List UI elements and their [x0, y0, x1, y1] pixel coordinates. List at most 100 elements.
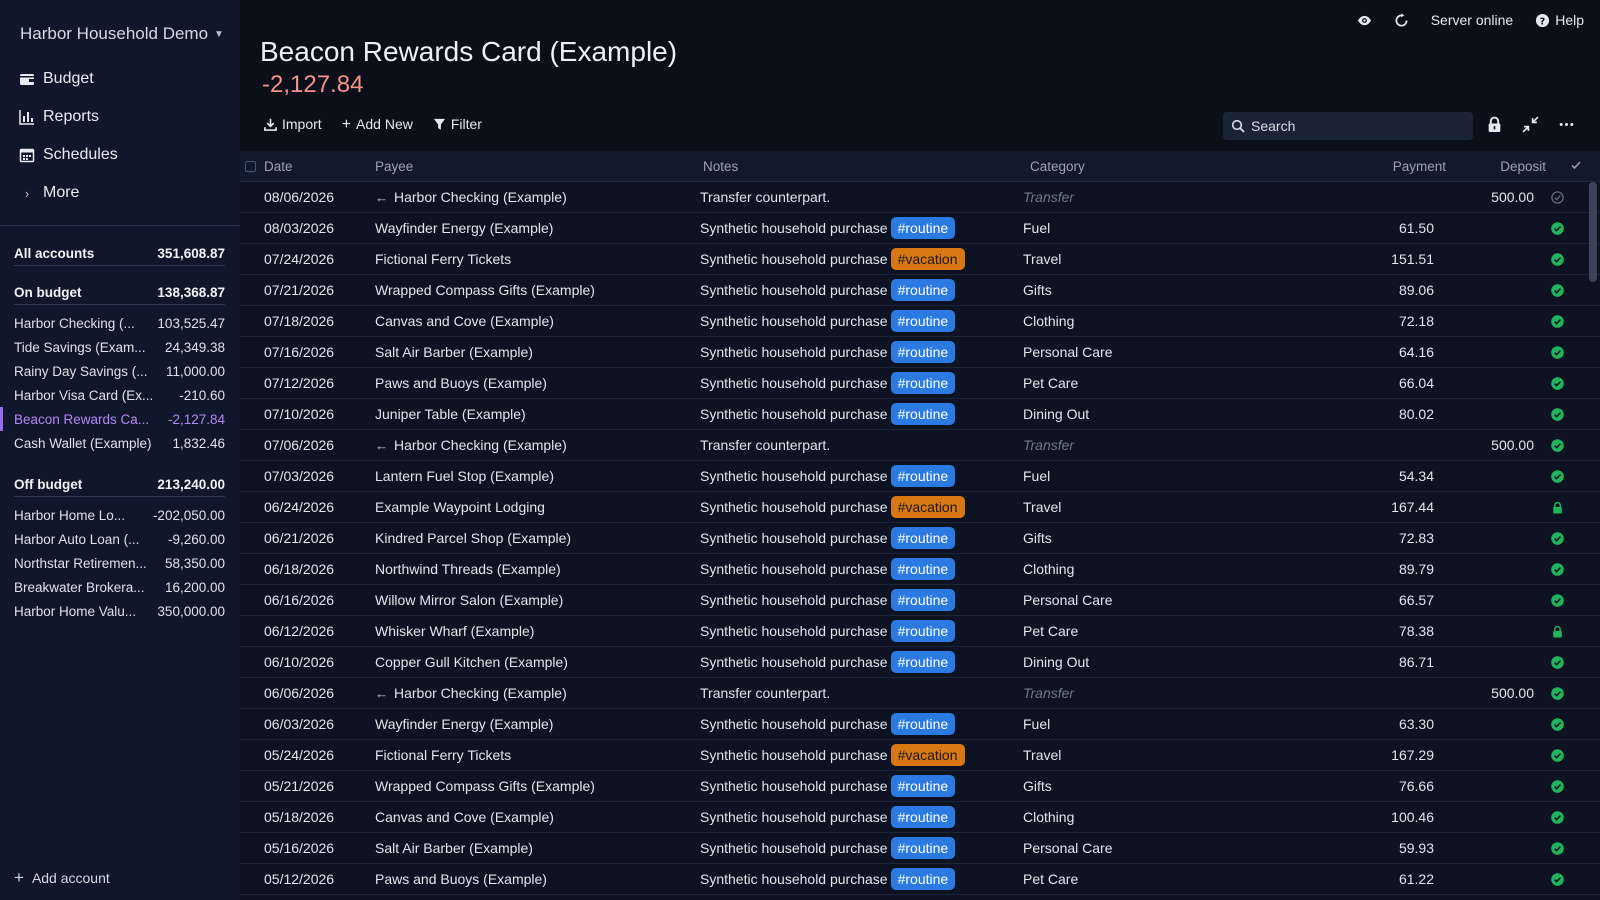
- transaction-date[interactable]: 08/03/2026: [264, 220, 334, 236]
- server-status[interactable]: Server online: [1431, 12, 1514, 28]
- table-row[interactable]: 05/18/2026 Canvas and Cove (Example) Synth…: [240, 802, 1600, 833]
- account-row[interactable]: Beacon Rewards Ca... -2,127.84: [0, 407, 240, 431]
- tag-badge[interactable]: #vacation: [890, 744, 965, 766]
- off-budget-row[interactable]: Off budget 213,240.00: [0, 472, 240, 496]
- cleared-status[interactable]: [1551, 842, 1564, 855]
- cleared-status[interactable]: [1551, 284, 1564, 297]
- transaction-category[interactable]: Dining Out: [1023, 406, 1089, 422]
- cleared-status[interactable]: [1551, 408, 1564, 421]
- transaction-payment[interactable]: 64.16: [1399, 344, 1434, 360]
- transaction-date[interactable]: 06/24/2026: [264, 499, 334, 515]
- tag-badge[interactable]: #routine: [890, 589, 956, 611]
- transaction-payee[interactable]: Whisker Wharf (Example): [375, 623, 534, 639]
- transaction-date[interactable]: 07/24/2026: [264, 251, 334, 267]
- transaction-category[interactable]: Transfer: [1023, 437, 1074, 453]
- nav-more[interactable]: › More: [0, 174, 240, 212]
- add-new-button[interactable]: + Add New: [342, 116, 413, 132]
- table-row[interactable]: 08/03/2026 Wayfinder Energy (Example) Synt…: [240, 213, 1600, 244]
- transaction-payee[interactable]: Wayfinder Energy (Example): [375, 716, 553, 732]
- transaction-notes[interactable]: Synthetic household purchase #routine: [700, 806, 956, 828]
- column-header-deposit[interactable]: Deposit: [1500, 159, 1546, 174]
- transaction-date[interactable]: 07/21/2026: [264, 282, 334, 298]
- table-scrollbar[interactable]: [1589, 182, 1597, 282]
- transaction-notes[interactable]: Synthetic household purchase #routine: [700, 372, 956, 394]
- transaction-category[interactable]: Gifts: [1023, 282, 1052, 298]
- table-row[interactable]: 06/03/2026 Wayfinder Energy (Example) Synt…: [240, 709, 1600, 740]
- table-row[interactable]: 07/03/2026 Lantern Fuel Stop (Example) Syn…: [240, 461, 1600, 492]
- transaction-category[interactable]: Transfer: [1023, 685, 1074, 701]
- transaction-notes[interactable]: Synthetic household purchase #routine: [700, 713, 956, 735]
- transaction-deposit[interactable]: 500.00: [1491, 189, 1534, 205]
- transaction-payee[interactable]: ← Harbor Checking (Example): [375, 189, 567, 205]
- table-row[interactable]: 07/10/2026 Juniper Table (Example) Synthet…: [240, 399, 1600, 430]
- collapse-icon[interactable]: [1522, 116, 1539, 133]
- cleared-status[interactable]: [1551, 780, 1564, 793]
- transaction-date[interactable]: 06/10/2026: [264, 654, 334, 670]
- tag-badge[interactable]: #routine: [890, 620, 956, 642]
- transaction-notes[interactable]: Transfer counterpart.: [700, 682, 830, 704]
- help-button[interactable]: ? Help: [1535, 12, 1584, 28]
- transaction-category[interactable]: Personal Care: [1023, 344, 1113, 360]
- tag-badge[interactable]: #routine: [890, 837, 956, 859]
- transaction-category[interactable]: Fuel: [1023, 468, 1050, 484]
- tag-badge[interactable]: #routine: [890, 558, 956, 580]
- column-header-date[interactable]: Date: [264, 159, 293, 174]
- cleared-status[interactable]: [1551, 222, 1564, 235]
- transaction-category[interactable]: Dining Out: [1023, 654, 1089, 670]
- transaction-category[interactable]: Personal Care: [1023, 592, 1113, 608]
- tag-badge[interactable]: #routine: [890, 279, 956, 301]
- cleared-status[interactable]: [1551, 811, 1564, 824]
- transaction-notes[interactable]: Synthetic household purchase #routine: [700, 279, 956, 301]
- cleared-status[interactable]: [1551, 191, 1564, 204]
- transaction-notes[interactable]: Transfer counterpart.: [700, 186, 830, 208]
- table-row[interactable]: 07/16/2026 Salt Air Barber (Example) Synth…: [240, 337, 1600, 368]
- transaction-payee[interactable]: Wrapped Compass Gifts (Example): [375, 282, 595, 298]
- transaction-category[interactable]: Clothing: [1023, 313, 1074, 329]
- account-row[interactable]: Harbor Auto Loan (... -9,260.00: [0, 527, 240, 551]
- transaction-payee[interactable]: Kindred Parcel Shop (Example): [375, 530, 571, 546]
- transaction-date[interactable]: 06/21/2026: [264, 530, 334, 546]
- filter-button[interactable]: Filter: [433, 116, 482, 132]
- account-row[interactable]: Harbor Home Lo... -202,050.00: [0, 503, 240, 527]
- transaction-category[interactable]: Fuel: [1023, 716, 1050, 732]
- account-title[interactable]: Beacon Rewards Card (Example): [260, 36, 677, 68]
- column-header-payment[interactable]: Payment: [1393, 159, 1446, 174]
- cleared-status[interactable]: [1551, 563, 1564, 576]
- column-header-category[interactable]: Category: [1030, 159, 1085, 174]
- transaction-payment[interactable]: 76.66: [1399, 778, 1434, 794]
- tag-badge[interactable]: #routine: [890, 403, 956, 425]
- transaction-payee[interactable]: ← Harbor Checking (Example): [375, 685, 567, 701]
- tag-badge[interactable]: #routine: [890, 372, 956, 394]
- table-row[interactable]: 07/06/2026 ← Harbor Checking (Example) Tran…: [240, 430, 1600, 461]
- cleared-status[interactable]: [1551, 501, 1564, 514]
- transaction-notes[interactable]: Synthetic household purchase #routine: [700, 868, 956, 890]
- transaction-payee[interactable]: ← Harbor Checking (Example): [375, 437, 567, 453]
- tag-badge[interactable]: #routine: [890, 217, 956, 239]
- table-row[interactable]: 05/12/2026 Paws and Buoys (Example) Synthe…: [240, 864, 1600, 895]
- transaction-payment[interactable]: 61.22: [1399, 871, 1434, 887]
- table-row[interactable]: 07/21/2026 Wrapped Compass Gifts (Example…: [240, 275, 1600, 306]
- cleared-status[interactable]: [1551, 532, 1564, 545]
- column-header-payee[interactable]: Payee: [375, 159, 413, 174]
- transaction-date[interactable]: 05/24/2026: [264, 747, 334, 763]
- transaction-payee[interactable]: Willow Mirror Salon (Example): [375, 592, 563, 608]
- transaction-category[interactable]: Clothing: [1023, 561, 1074, 577]
- transaction-payment[interactable]: 78.38: [1399, 623, 1434, 639]
- table-row[interactable]: 06/10/2026 Copper Gull Kitchen (Example) S…: [240, 647, 1600, 678]
- search-box[interactable]: [1223, 112, 1473, 140]
- transaction-date[interactable]: 08/06/2026: [264, 189, 334, 205]
- table-row[interactable]: 06/18/2026 Northwind Threads (Example) Syn…: [240, 554, 1600, 585]
- transaction-payment[interactable]: 72.83: [1399, 530, 1434, 546]
- transaction-payment[interactable]: 89.79: [1399, 561, 1434, 577]
- account-row[interactable]: Breakwater Brokera... 16,200.00: [0, 575, 240, 599]
- table-row[interactable]: 08/06/2026 ← Harbor Checking (Example) Tran…: [240, 182, 1600, 213]
- cleared-status[interactable]: [1551, 718, 1564, 731]
- transaction-payee[interactable]: Paws and Buoys (Example): [375, 871, 547, 887]
- table-row[interactable]: 07/18/2026 Canvas and Cove (Example) Synth…: [240, 306, 1600, 337]
- cleared-status[interactable]: [1551, 873, 1564, 886]
- transaction-payee[interactable]: Juniper Table (Example): [375, 406, 526, 422]
- transaction-payment[interactable]: 100.46: [1391, 809, 1434, 825]
- transaction-payment[interactable]: 66.04: [1399, 375, 1434, 391]
- transaction-date[interactable]: 06/03/2026: [264, 716, 334, 732]
- transaction-category[interactable]: Gifts: [1023, 530, 1052, 546]
